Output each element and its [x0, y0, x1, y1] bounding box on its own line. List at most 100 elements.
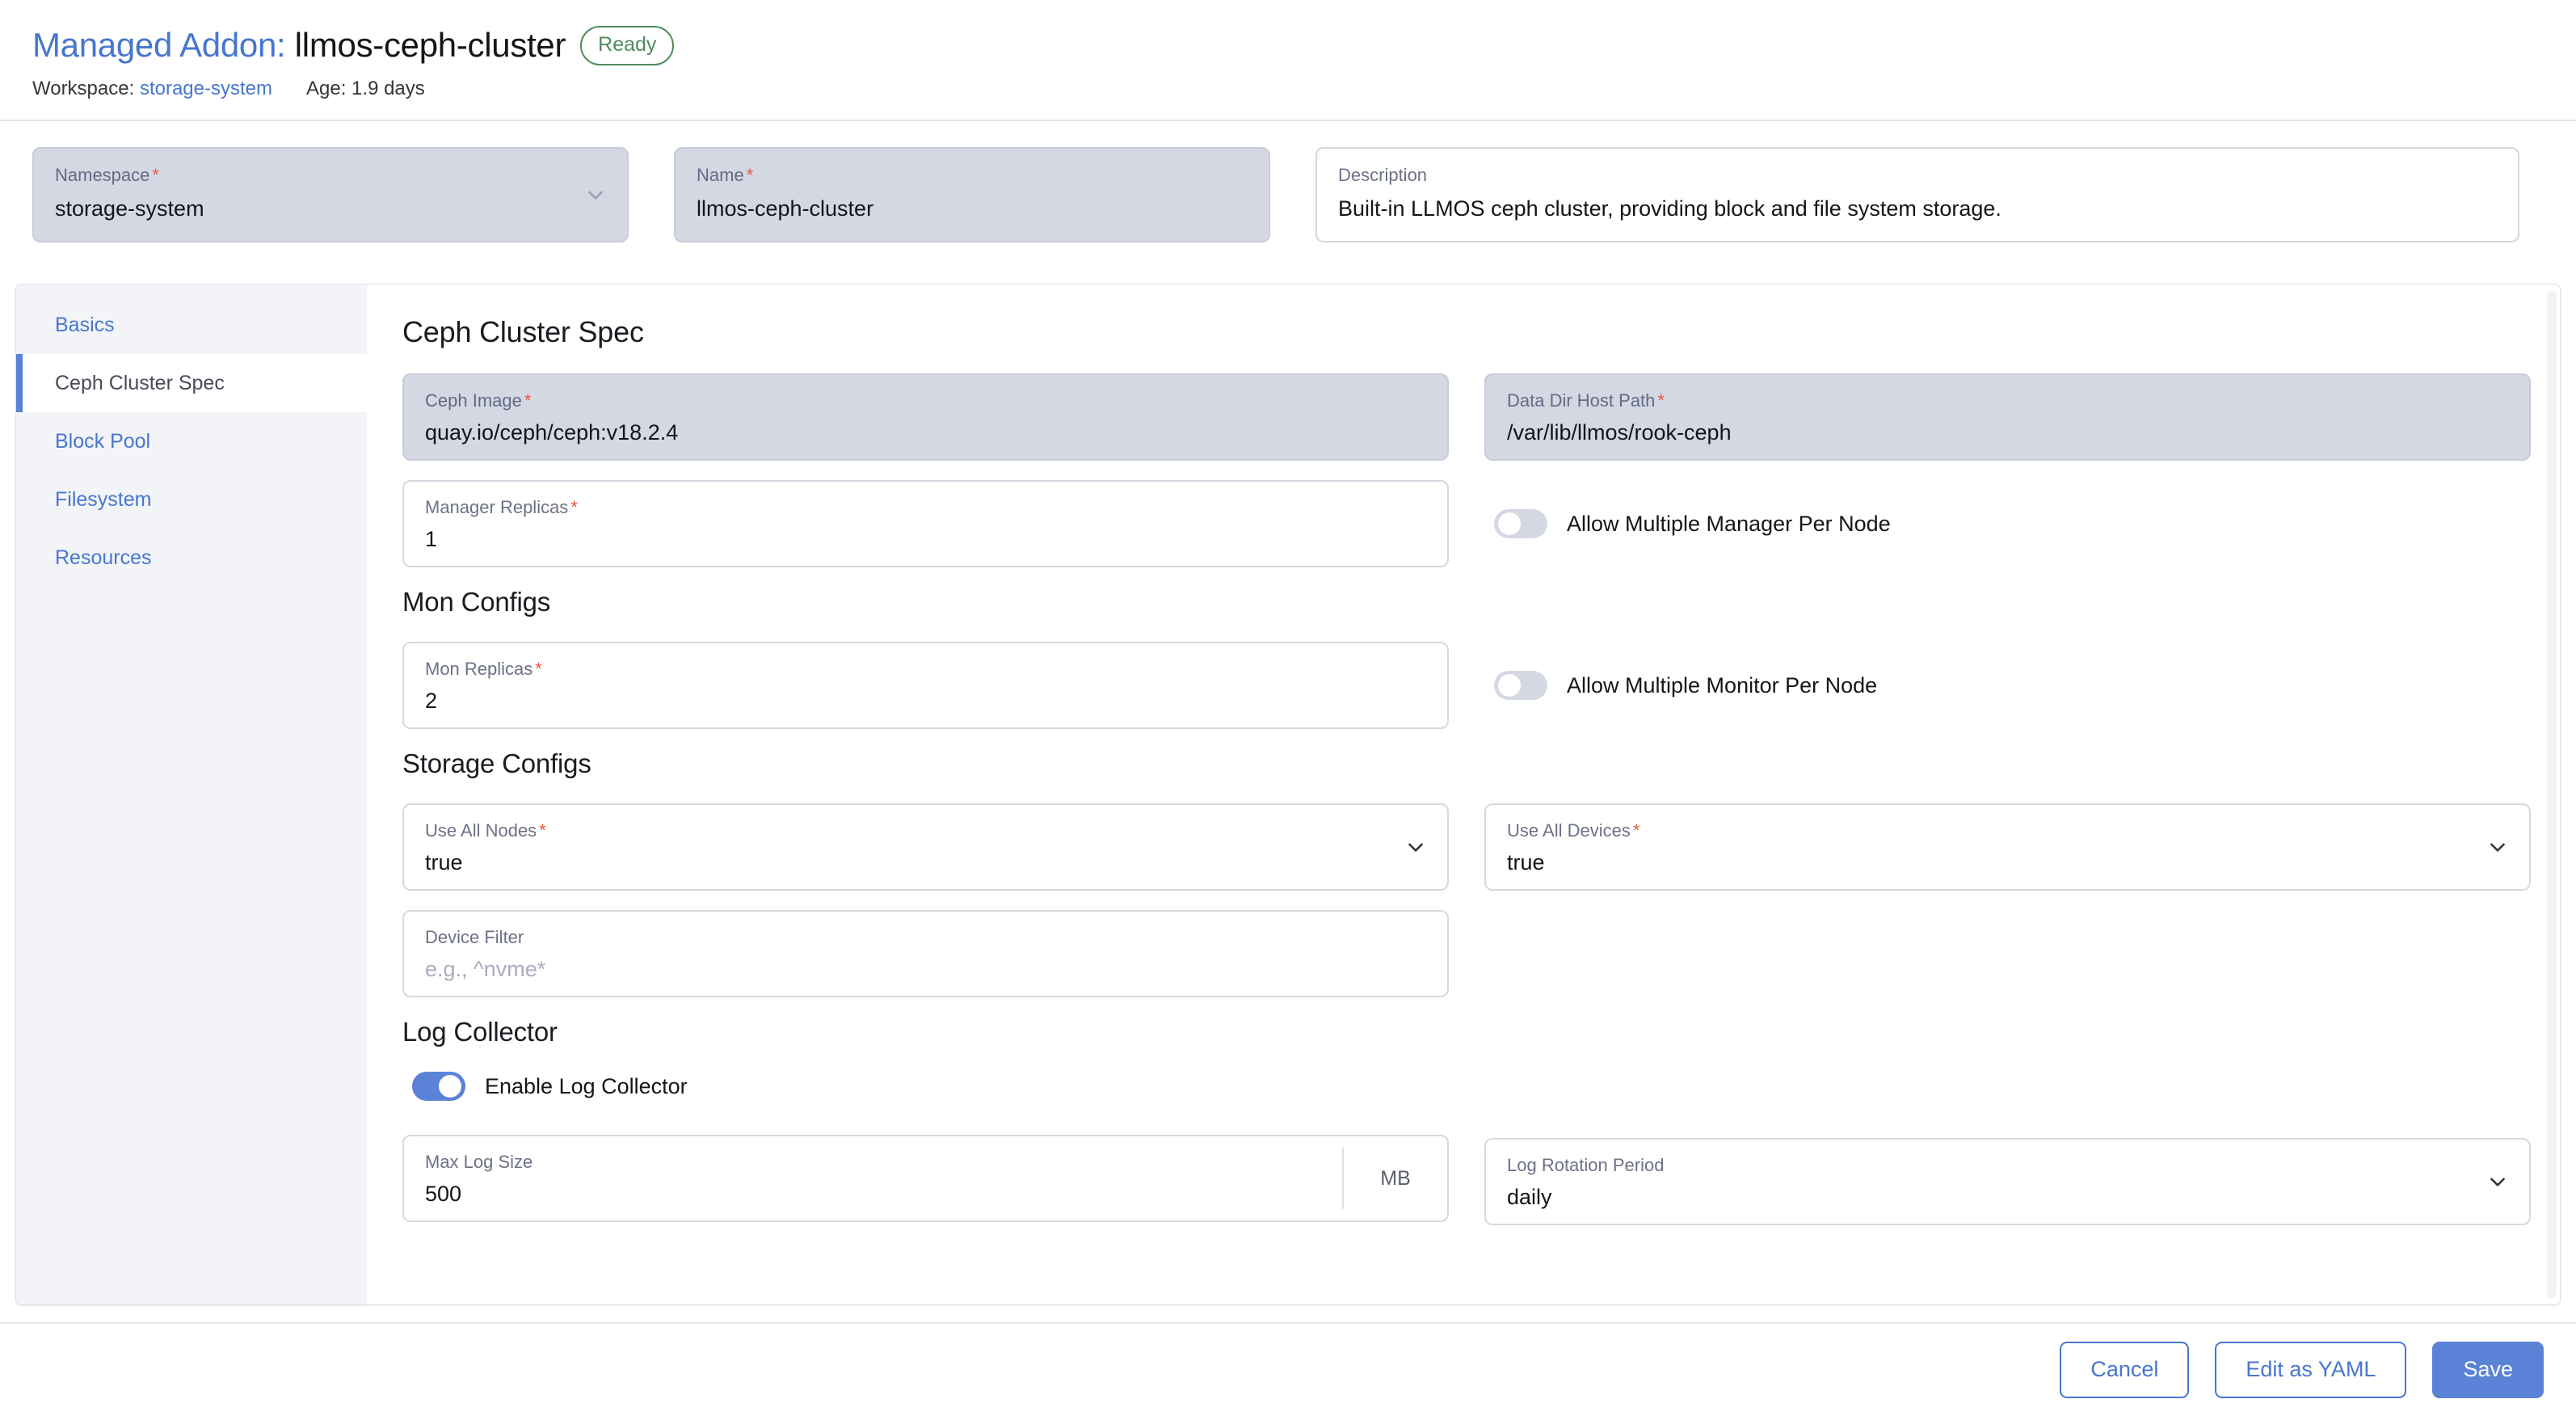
sidebar-item-ceph-cluster-spec[interactable]: Ceph Cluster Spec	[16, 354, 367, 412]
form-sidebar: Basics Ceph Cluster Spec Block Pool File…	[16, 284, 367, 1304]
use-all-nodes-label: Use All Nodes *	[425, 820, 1426, 841]
allow-multiple-monitor-label: Allow Multiple Monitor Per Node	[1567, 672, 1878, 697]
mon-replicas-value: 2	[425, 689, 438, 714]
mon-replicas-label-text: Mon Replicas	[425, 659, 533, 679]
section-heading-mon-configs: Mon Configs	[402, 587, 551, 617]
required-marker: *	[524, 390, 532, 411]
sidebar-item-block-pool[interactable]: Block Pool	[16, 412, 367, 470]
data-dir-host-path-value: /var/lib/llmos/rook-ceph	[1507, 420, 1732, 445]
left-column: Mon Replicas * 2	[402, 642, 1449, 748]
sidebar-item-basics[interactable]: Basics	[16, 296, 367, 354]
mon-replicas-input[interactable]: Mon Replicas * 2	[402, 642, 1449, 729]
right-column: Data Dir Host Path * /var/lib/llmos/rook-…	[1484, 373, 2531, 587]
row-image-and-path: Ceph Image * quay.io/ceph/ceph:v18.2.4 Ma…	[402, 373, 2531, 587]
use-all-devices-select[interactable]: Use All Devices * true	[1484, 803, 2531, 891]
title-row: Managed Addon: llmos-ceph-cluster Ready	[32, 26, 2544, 65]
description-input[interactable]: Description Built-in LLMOS ceph cluster,…	[1315, 147, 2519, 242]
age-meta: Age: 1.9 days	[306, 78, 425, 99]
device-filter-input[interactable]: Device Filter e.g., ^nvme*	[402, 910, 1449, 997]
right-column: Log Rotation Period daily	[1484, 1135, 2531, 1245]
required-marker: *	[1657, 390, 1665, 411]
allow-multiple-monitor-toggle[interactable]	[1494, 671, 1547, 700]
data-dir-host-path-label: Data Dir Host Path *	[1507, 390, 2508, 411]
scrollbar-thumb[interactable]	[2547, 291, 2557, 1245]
allow-multiple-monitor-row: Allow Multiple Monitor Per Node	[1484, 642, 2531, 729]
section-heading-log-collector: Log Collector	[402, 1017, 558, 1047]
data-dir-host-path-input[interactable]: Data Dir Host Path * /var/lib/llmos/rook-…	[1484, 373, 2531, 461]
row-log-settings: Max Log Size 500 MB Log Rotation Period …	[402, 1135, 2531, 1245]
name-input[interactable]: Name * llmos-ceph-cluster	[674, 147, 1270, 242]
mon-replicas-label: Mon Replicas *	[425, 659, 1426, 680]
section-heading-ceph-cluster-spec: Ceph Cluster Spec	[402, 315, 644, 348]
row-mon-configs: Mon Replicas * 2 Allow Multiple Monitor P…	[402, 642, 2515, 748]
left-column: Use All Nodes * true Device Filter e.g., …	[402, 803, 1449, 1017]
page-meta: Workspace: storage-system Age: 1.9 days	[32, 78, 2544, 100]
required-marker: *	[1632, 820, 1640, 841]
use-all-devices-label: Use All Devices *	[1507, 820, 2508, 841]
device-filter-placeholder: e.g., ^nvme*	[425, 957, 546, 982]
max-log-size-label: Max Log Size	[425, 1152, 533, 1172]
right-column: Use All Devices * true	[1484, 803, 2531, 1017]
allow-multiple-manager-toggle[interactable]	[1494, 509, 1547, 538]
name-label-text: Name	[697, 165, 744, 185]
max-log-size-value: 500	[425, 1182, 462, 1207]
namespace-label: Namespace *	[55, 165, 606, 186]
max-log-size-input[interactable]: Max Log Size 500 MB	[402, 1135, 1449, 1222]
required-marker: *	[570, 497, 578, 517]
toggle-knob	[439, 1075, 461, 1098]
max-log-size-unit: MB	[1342, 1148, 1447, 1209]
toggle-knob	[1498, 674, 1521, 697]
status-badge: Ready	[580, 26, 675, 65]
form-footer: Cancel Edit as YAML Save	[0, 1322, 2576, 1416]
left-column: Max Log Size 500 MB	[402, 1135, 1449, 1245]
name-label: Name *	[697, 165, 1248, 186]
ceph-image-input[interactable]: Ceph Image * quay.io/ceph/ceph:v18.2.4	[402, 373, 1449, 461]
required-marker: *	[746, 165, 754, 185]
manager-replicas-value: 1	[425, 527, 438, 552]
manager-replicas-label: Manager Replicas *	[425, 497, 1426, 518]
save-button[interactable]: Save	[2432, 1342, 2544, 1398]
toggle-knob	[1498, 512, 1521, 535]
edit-as-yaml-button[interactable]: Edit as YAML	[2215, 1342, 2407, 1398]
sidebar-item-filesystem[interactable]: Filesystem	[16, 470, 367, 529]
workspace-link[interactable]: storage-system	[140, 78, 272, 99]
use-all-devices-label-text: Use All Devices	[1507, 820, 1631, 841]
enable-log-collector-label: Enable Log Collector	[485, 1073, 688, 1098]
enable-log-collector-toggle[interactable]	[412, 1072, 465, 1101]
addon-edit-page: Managed Addon: llmos-ceph-cluster Ready …	[0, 0, 2576, 1416]
right-column: Allow Multiple Monitor Per Node	[1484, 642, 2531, 748]
workspace-label: Workspace:	[32, 78, 135, 99]
section-heading-storage-configs: Storage Configs	[402, 748, 591, 778]
sidebar-item-resources[interactable]: Resources	[16, 529, 367, 587]
device-filter-label: Device Filter	[425, 927, 524, 947]
allow-multiple-manager-row: Allow Multiple Manager Per Node	[1484, 480, 2531, 567]
description-label: Description	[1338, 165, 1428, 185]
name-value: llmos-ceph-cluster	[697, 196, 874, 221]
form-card: Basics Ceph Cluster Spec Block Pool File…	[16, 284, 2560, 1304]
required-marker: *	[539, 820, 546, 841]
manager-replicas-input[interactable]: Manager Replicas * 1	[402, 480, 1449, 567]
page-title-prefix: Managed Addon:	[32, 26, 286, 65]
page-title: Managed Addon: llmos-ceph-cluster	[32, 27, 566, 64]
top-field-row: Namespace * storage-system Name * llmos-ce…	[0, 121, 2576, 242]
namespace-label-text: Namespace	[55, 165, 150, 185]
page-title-name: llmos-ceph-cluster	[294, 26, 566, 65]
ceph-image-label-text: Ceph Image	[425, 390, 522, 411]
content-scrollbar[interactable]	[2547, 291, 2557, 1298]
left-column: Ceph Image * quay.io/ceph/ceph:v18.2.4 Ma…	[402, 373, 1449, 587]
namespace-select[interactable]: Namespace * storage-system	[32, 147, 629, 242]
cancel-button[interactable]: Cancel	[2060, 1342, 2190, 1398]
description-value: Built-in LLMOS ceph cluster, providing b…	[1338, 196, 2001, 221]
form-content: Ceph Cluster Spec Ceph Image * quay.io/ce…	[367, 284, 2560, 1304]
manager-replicas-label-text: Manager Replicas	[425, 497, 569, 517]
namespace-value: storage-system	[55, 196, 204, 221]
page-header: Managed Addon: llmos-ceph-cluster Ready …	[0, 0, 2576, 121]
ceph-image-value: quay.io/ceph/ceph:v18.2.4	[425, 420, 679, 445]
log-rotation-period-select[interactable]: Log Rotation Period daily	[1484, 1138, 2531, 1225]
log-rotation-period-value: daily	[1507, 1185, 1552, 1210]
use-all-nodes-select[interactable]: Use All Nodes * true	[402, 803, 1449, 891]
workspace-meta: Workspace: storage-system	[32, 78, 272, 100]
use-all-nodes-value: true	[425, 850, 463, 875]
